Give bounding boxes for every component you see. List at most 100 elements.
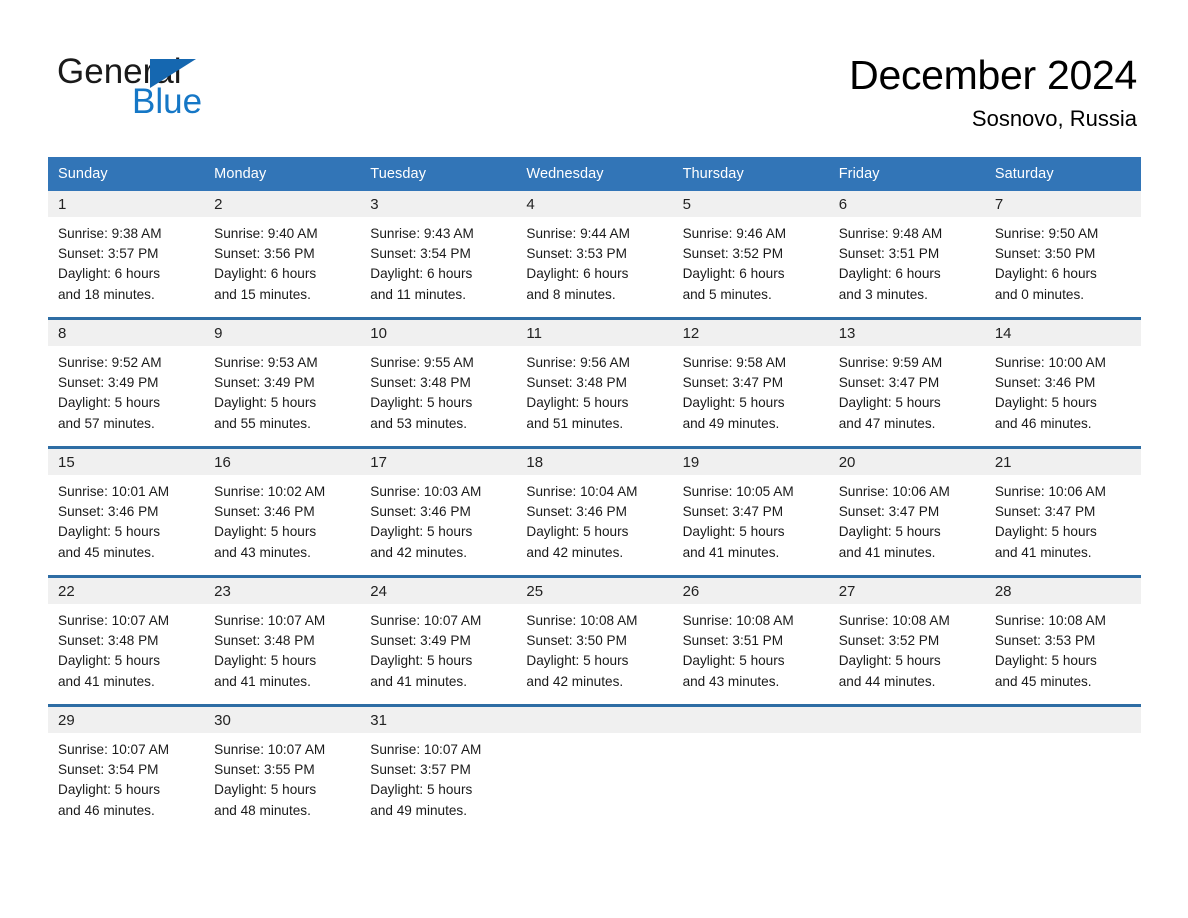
week-row: 22 Sunrise: 10:07 AM Sunset: 3:48 PM Daylig… (48, 575, 1141, 706)
daylight-text-line2: and 43 minutes. (682, 673, 780, 689)
day-details: Sunrise: 9:59 AM Sunset: 3:47 PM Daylight:… (829, 346, 985, 434)
daylight-text-line2: and 41 minutes. (838, 544, 936, 560)
day-cell-empty (828, 704, 985, 833)
day-cell[interactable]: 1 Sunrise: 9:38 AM Sunset: 3:57 PM Daylight… (48, 191, 205, 319)
sunrise-text: Sunrise: 9:50 AM (994, 226, 1099, 241)
day-cell[interactable]: 26 Sunrise: 10:08 AM Sunset: 3:51 PM Daylig… (672, 575, 829, 706)
sunrise-text: Sunrise: 9:38 AM (58, 226, 162, 241)
sunset-text: Sunset: 3:48 PM (526, 375, 627, 391)
day-cell-content (516, 707, 673, 833)
day-details: Sunrise: 9:48 AM Sunset: 3:51 PM Daylight:… (829, 217, 985, 305)
day-details: Sunrise: 10:08 AM Sunset: 3:50 PM Daylight… (516, 604, 672, 692)
sunrise-text: Sunrise: 9:40 AM (214, 226, 318, 241)
day-number: 21 (984, 449, 1141, 475)
daylight-text-line2: and 53 minutes. (370, 415, 468, 431)
weekday-header-sunday: Sunday (48, 157, 205, 191)
sunset-text: Sunset: 3:55 PM (214, 762, 315, 778)
day-cell-content: 24 Sunrise: 10:07 AM Sunset: 3:49 PM Daylig… (360, 578, 517, 704)
sunrise-text: Sunrise: 10:06 AM (994, 484, 1106, 499)
day-cell[interactable]: 17 Sunrise: 10:03 AM Sunset: 3:46 PM Daylig… (360, 446, 517, 577)
daylight-text-line2: and 18 minutes. (58, 286, 155, 302)
day-cell[interactable]: 15 Sunrise: 10:01 AM Sunset: 3:46 PM Daylig… (48, 446, 205, 577)
day-cell[interactable]: 31 Sunrise: 10:07 AM Sunset: 3:57 PM Daylig… (360, 704, 517, 833)
day-cell[interactable]: 7 Sunrise: 9:50 AM Sunset: 3:50 PM Daylight… (984, 191, 1141, 319)
day-cell[interactable]: 11 Sunrise: 9:56 AM Sunset: 3:48 PM Dayligh… (516, 317, 673, 448)
day-cell[interactable]: 20 Sunrise: 10:06 AM Sunset: 3:47 PM Daylig… (828, 446, 985, 577)
day-number: 2 (204, 191, 361, 217)
day-cell[interactable]: 22 Sunrise: 10:07 AM Sunset: 3:48 PM Daylig… (48, 575, 205, 706)
sunset-text: Sunset: 3:47 PM (994, 504, 1096, 520)
day-cell[interactable]: 16 Sunrise: 10:02 AM Sunset: 3:46 PM Daylig… (204, 446, 361, 577)
day-cell[interactable]: 5 Sunrise: 9:46 AM Sunset: 3:52 PM Daylight… (672, 191, 829, 319)
sunset-text: Sunset: 3:54 PM (58, 762, 159, 778)
daylight-text-line1: Daylight: 5 hours (370, 524, 473, 540)
sunset-text: Sunset: 3:49 PM (214, 375, 315, 391)
location-subtitle: Sosnovo, Russia (971, 106, 1137, 131)
day-cell[interactable]: 4 Sunrise: 9:44 AM Sunset: 3:53 PM Daylight… (516, 191, 673, 319)
day-number: 27 (828, 578, 985, 604)
day-cell-empty (516, 704, 673, 833)
calendar-page: General Blue December 2024 Sosnovo, Russ… (0, 0, 1188, 918)
day-cell[interactable]: 18 Sunrise: 10:04 AM Sunset: 3:46 PM Daylig… (516, 446, 673, 577)
day-number (828, 707, 985, 733)
day-number: 6 (828, 191, 985, 217)
day-cell[interactable]: 23 Sunrise: 10:07 AM Sunset: 3:48 PM Daylig… (204, 575, 361, 706)
day-cell-content: 17 Sunrise: 10:03 AM Sunset: 3:46 PM Daylig… (360, 449, 517, 575)
sunset-text: Sunset: 3:47 PM (838, 375, 940, 391)
day-cell[interactable]: 19 Sunrise: 10:05 AM Sunset: 3:47 PM Daylig… (672, 446, 829, 577)
day-cell[interactable]: 2 Sunrise: 9:40 AM Sunset: 3:56 PM Daylight… (204, 191, 361, 319)
day-number: 7 (984, 191, 1141, 217)
day-cell[interactable]: 21 Sunrise: 10:06 AM Sunset: 3:47 PM Daylig… (984, 446, 1141, 577)
daylight-text-line1: Daylight: 5 hours (994, 524, 1097, 540)
day-details: Sunrise: 10:06 AM Sunset: 3:47 PM Daylight… (829, 475, 985, 563)
day-number: 30 (204, 707, 361, 733)
day-number: 5 (672, 191, 829, 217)
day-cell-content: 1 Sunrise: 9:38 AM Sunset: 3:57 PM Daylight… (48, 191, 205, 317)
day-cell[interactable]: 27 Sunrise: 10:08 AM Sunset: 3:52 PM Daylig… (828, 575, 985, 706)
title-block: December 2024 Sosnovo, Russia (849, 50, 1137, 134)
daylight-text-line2: and 46 minutes. (994, 415, 1092, 431)
day-cell[interactable]: 30 Sunrise: 10:07 AM Sunset: 3:55 PM Daylig… (204, 704, 361, 833)
daylight-text-line1: Daylight: 5 hours (58, 524, 161, 540)
day-cell-content: 4 Sunrise: 9:44 AM Sunset: 3:53 PM Daylight… (516, 191, 673, 317)
day-number: 28 (984, 578, 1141, 604)
day-details: Sunrise: 10:07 AM Sunset: 3:48 PM Daylight… (48, 604, 204, 692)
day-cell-content: 21 Sunrise: 10:06 AM Sunset: 3:47 PM Daylig… (984, 449, 1141, 575)
sunset-text: Sunset: 3:46 PM (370, 504, 471, 520)
day-cell[interactable]: 13 Sunrise: 9:59 AM Sunset: 3:47 PM Dayligh… (828, 317, 985, 448)
day-cell[interactable]: 9 Sunrise: 9:53 AM Sunset: 3:49 PM Daylight… (204, 317, 361, 448)
day-details: Sunrise: 9:58 AM Sunset: 3:47 PM Daylight:… (673, 346, 829, 434)
day-details: Sunrise: 9:56 AM Sunset: 3:48 PM Daylight:… (516, 346, 672, 434)
day-cell[interactable]: 25 Sunrise: 10:08 AM Sunset: 3:50 PM Daylig… (516, 575, 673, 706)
sunrise-text: Sunrise: 10:07 AM (370, 742, 482, 757)
day-details: Sunrise: 9:53 AM Sunset: 3:49 PM Daylight:… (204, 346, 360, 434)
daylight-text-line2: and 11 minutes. (370, 286, 467, 302)
day-number: 11 (516, 320, 673, 346)
day-cell[interactable]: 28 Sunrise: 10:08 AM Sunset: 3:53 PM Daylig… (984, 575, 1141, 706)
daylight-text-line2: and 5 minutes. (682, 286, 772, 302)
day-cell-content: 25 Sunrise: 10:08 AM Sunset: 3:50 PM Daylig… (516, 578, 673, 704)
sunrise-text: Sunrise: 9:48 AM (838, 226, 943, 241)
daylight-text-line1: Daylight: 5 hours (370, 395, 473, 411)
day-cell[interactable]: 3 Sunrise: 9:43 AM Sunset: 3:54 PM Daylight… (360, 191, 517, 319)
sunset-text: Sunset: 3:47 PM (838, 504, 940, 520)
daylight-text-line2: and 42 minutes. (526, 544, 624, 560)
day-cell[interactable]: 24 Sunrise: 10:07 AM Sunset: 3:49 PM Daylig… (360, 575, 517, 706)
sunset-text: Sunset: 3:47 PM (682, 375, 784, 391)
day-cell[interactable]: 8 Sunrise: 9:52 AM Sunset: 3:49 PM Daylight… (48, 317, 205, 448)
sunset-text: Sunset: 3:54 PM (370, 246, 471, 262)
day-cell[interactable]: 29 Sunrise: 10:07 AM Sunset: 3:54 PM Daylig… (48, 704, 205, 833)
sunrise-text: Sunrise: 9:59 AM (838, 355, 943, 370)
day-number: 22 (48, 578, 205, 604)
day-cell[interactable]: 10 Sunrise: 9:55 AM Sunset: 3:48 PM Dayligh… (360, 317, 517, 448)
day-cell[interactable]: 14 Sunrise: 10:00 AM Sunset: 3:46 PM Daylig… (984, 317, 1141, 448)
daylight-text-line1: Daylight: 6 hours (214, 266, 317, 282)
daylight-text-line2: and 45 minutes. (58, 544, 155, 560)
sunset-text: Sunset: 3:52 PM (838, 633, 940, 649)
day-details: Sunrise: 10:05 AM Sunset: 3:47 PM Daylight… (673, 475, 829, 563)
daylight-text-line2: and 42 minutes. (526, 673, 624, 689)
day-cell[interactable]: 12 Sunrise: 9:58 AM Sunset: 3:47 PM Dayligh… (672, 317, 829, 448)
day-number (516, 707, 673, 733)
day-cell[interactable]: 6 Sunrise: 9:48 AM Sunset: 3:51 PM Daylight… (828, 191, 985, 319)
day-cell-content: 28 Sunrise: 10:08 AM Sunset: 3:53 PM Daylig… (984, 578, 1141, 704)
